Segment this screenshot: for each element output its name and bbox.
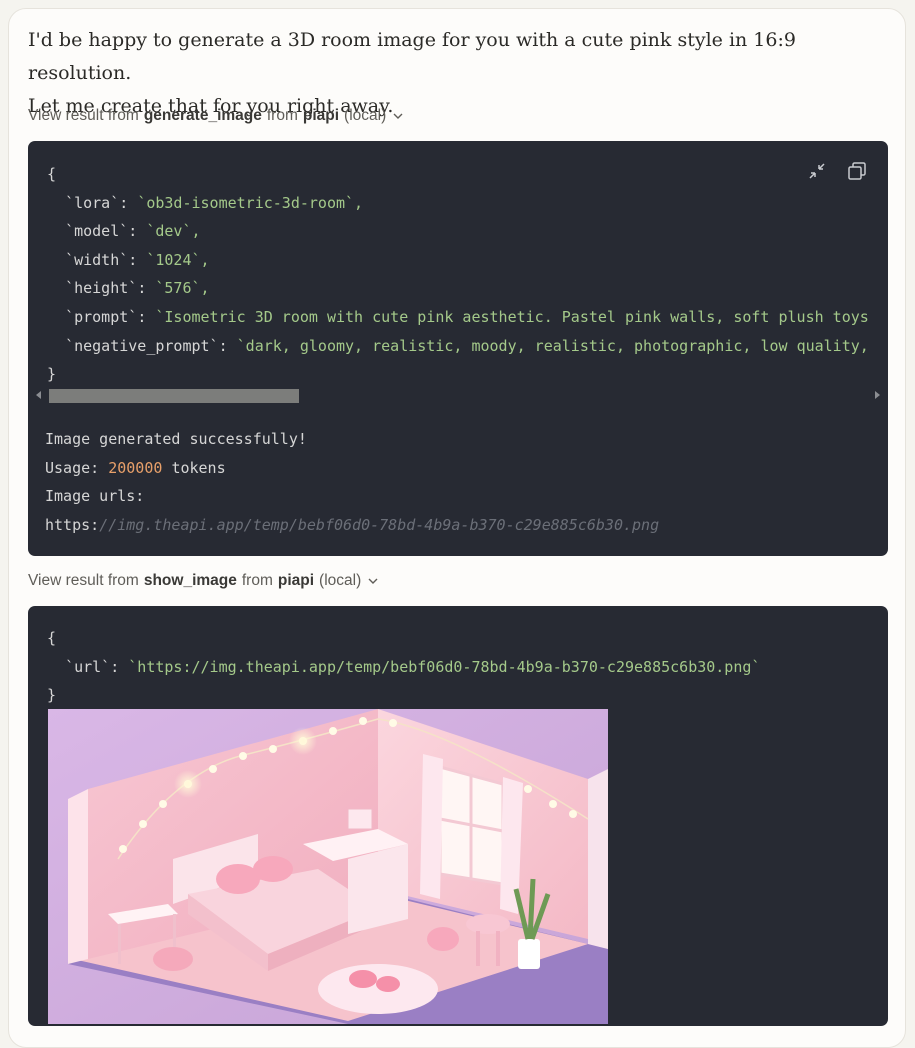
server-name: piapi: [302, 107, 340, 124]
chevron-down-icon: [393, 113, 403, 119]
arg-value: `https://img.theapi.app/temp/bebf06d0-78…: [128, 657, 761, 676]
chevron-down-icon: [368, 578, 378, 584]
arg-value: `dev`,: [146, 222, 201, 241]
arg-value: `ob3d-isometric-3d-room`,: [137, 193, 364, 212]
server-name: piapi: [277, 572, 315, 589]
arg-key: `height`: [65, 279, 138, 298]
arg-key: `lora`: [65, 193, 120, 212]
arg-key: `negative_prompt`: [65, 336, 219, 355]
server-location: (local): [344, 107, 387, 124]
arg-value: `dark, gloomy, realistic, moody, realist…: [236, 336, 869, 355]
brace-close: }: [47, 365, 57, 384]
arg-key: `width`: [65, 250, 129, 269]
tool-result-prefix: View result from: [28, 572, 139, 589]
tool-result-code-block: { `lora`: `ob3d-isometric-3d-room`, `mod…: [28, 141, 888, 556]
arg-key: `model`: [65, 222, 129, 241]
tool-result-toggle-generate-image[interactable]: View result from generate_image from pia…: [28, 105, 404, 127]
tool-result-prefix: View result from: [28, 107, 139, 124]
json-args: { `lora`: `ob3d-isometric-3d-room`, `mod…: [47, 165, 869, 384]
scroll-right-arrow-icon[interactable]: [875, 391, 880, 399]
brace-open: {: [47, 629, 57, 647]
arg-key: `url`: [65, 657, 111, 676]
arg-value: `1024`,: [146, 250, 210, 269]
url-scheme: https:: [45, 515, 100, 534]
result-message: Image generated successfully!: [45, 430, 307, 448]
usage-label: Usage:: [45, 458, 100, 477]
scrollbar-thumb[interactable]: [49, 389, 299, 403]
tool-name: show_image: [143, 572, 237, 589]
brace-open: {: [47, 165, 57, 183]
image-url: //img.theapi.app/temp/bebf06d0-78bd-4b9a…: [99, 515, 660, 534]
brace-close: }: [47, 686, 57, 705]
usage-value: 200000: [108, 458, 163, 477]
arg-value: `Isometric 3D room with cute pink aesthe…: [155, 307, 869, 326]
image-urls-label: Image urls:: [45, 487, 145, 506]
generated-room-image: [48, 709, 608, 1024]
tool-name: generate_image: [143, 107, 262, 124]
horizontal-scrollbar[interactable]: [28, 388, 888, 403]
arg-key: `prompt`: [65, 307, 138, 326]
show-image-result-block: { `url`: `https://img.theapi.app/temp/be…: [28, 606, 888, 1026]
scroll-left-arrow-icon[interactable]: [36, 391, 41, 399]
message-line-1: I'd be happy to generate a 3D room image…: [28, 29, 796, 84]
tool-result-toggle-show-image[interactable]: View result from show_image from piapi (…: [28, 570, 379, 592]
tool-from: from: [266, 107, 298, 124]
server-location: (local): [319, 572, 362, 589]
tool-from: from: [241, 572, 273, 589]
json-args: { `url`: `https://img.theapi.app/temp/be…: [47, 629, 761, 705]
tool-output: Image generated successfully! Usage: 200…: [45, 425, 888, 539]
arg-value: `576`,: [155, 279, 210, 298]
usage-unit: tokens: [171, 458, 226, 477]
